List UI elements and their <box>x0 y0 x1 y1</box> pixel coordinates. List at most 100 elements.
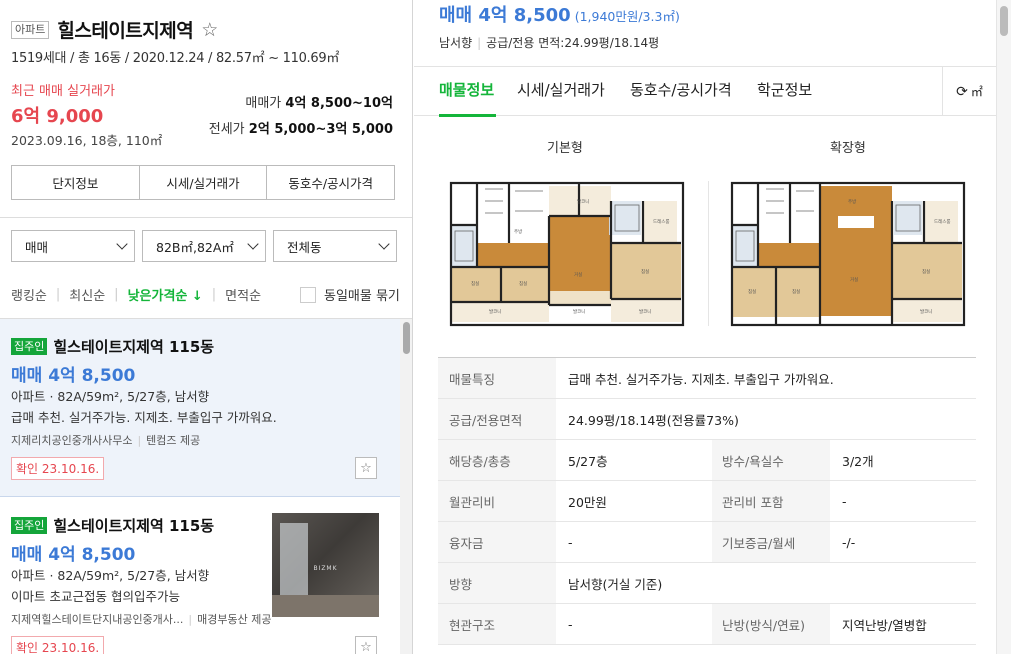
sort-area[interactable]: 면적순 <box>225 285 261 304</box>
listing-item[interactable]: 집주인 힐스테이트지제역 115동 매매 4억 8,500 아파트 · 82A/5… <box>0 319 400 497</box>
table-row: 공급/전용면적 24.99평/18.14평(전용률73%) <box>438 399 976 440</box>
plan-title-extended: 확장형 <box>830 141 866 156</box>
listing-agent: 지제역힐스테이트단지내공인중개사... | 매경부동산 제공 <box>11 613 272 626</box>
row-key: 현관구조 <box>438 604 556 644</box>
listing-header: 집주인 힐스테이트지제역 115동 <box>11 515 214 536</box>
area-select[interactable]: 82B㎡,82A㎡ <box>142 230 266 262</box>
owner-badge: 집주인 <box>11 517 48 534</box>
listing-price: 매매 4억 8,500 <box>11 366 136 386</box>
favorite-star-icon[interactable]: ☆ <box>201 19 218 41</box>
owner-badge: 집주인 <box>11 338 48 355</box>
row-value: 3/2개 <box>842 453 874 469</box>
svg-text:주방: 주방 <box>514 228 522 235</box>
scrollbar-thumb[interactable] <box>1000 6 1008 36</box>
list-scrollbar[interactable] <box>400 319 412 654</box>
svg-text:거실: 거실 <box>850 276 858 283</box>
recent-price: 6억 9,000 <box>11 106 104 127</box>
divider <box>0 217 412 218</box>
row-key: 공급/전용면적 <box>438 399 556 439</box>
svg-text:거실: 거실 <box>574 271 582 278</box>
tab-listing-info[interactable]: 매물정보 <box>439 79 494 100</box>
group-same-listings[interactable]: 동일매물 묶기 <box>300 285 400 304</box>
row-key: 융자금 <box>438 522 556 562</box>
detail-direction: 남서향 <box>439 36 473 50</box>
floor-plan-basic[interactable]: 거실 침실 침실 침실 발코니 발코니 발코니 발코니 드레스룸 주방 <box>449 181 685 329</box>
unit-toggle-button[interactable]: ⟳ ㎡ <box>942 67 996 116</box>
detail-info: 남서향 | 공급/전용 면적:24.99평/18.14평 <box>439 36 660 50</box>
tab-complex-info[interactable]: 단지정보 <box>12 166 140 199</box>
thumbnail-window <box>280 523 308 601</box>
row-value: -/- <box>842 534 856 550</box>
jeonse-range: 2억 5,000~3억 5,000 <box>248 122 393 137</box>
detail-tabs: 매물정보 시세/실거래가 동호수/공시가격 학군정보 ⟳ ㎡ <box>414 66 996 117</box>
row-value: - <box>568 534 573 550</box>
svg-text:침실: 침실 <box>748 288 756 295</box>
jeonse-price-range: 전세가 2억 5,000~3억 5,000 <box>209 118 393 137</box>
trade-type-select[interactable]: 매매 <box>11 230 135 262</box>
table-row: 월관리비 20만원 관리비 포함 - <box>438 481 976 522</box>
provider: 텐컴즈 제공 <box>146 434 201 447</box>
favorite-star-icon[interactable]: ☆ <box>355 457 377 479</box>
row-value: 남서향(거실 기준) <box>568 576 663 592</box>
chevron-down-icon <box>116 238 128 250</box>
filter-bar: 매매 82B㎡,82A㎡ 전체동 <box>11 230 397 262</box>
favorite-star-icon[interactable]: ☆ <box>355 636 377 654</box>
confirm-date: 확인 23.10.16. <box>11 457 105 480</box>
row-key: 매물특징 <box>438 358 556 398</box>
chevron-down-icon <box>247 238 259 250</box>
sort-options: 랭킹순 | 최신순 | 낮은가격순 ↓ | 면적순 <box>11 285 262 304</box>
detail-price-value: 매매 4억 8,500 <box>439 5 571 26</box>
svg-text:드레스룸: 드레스룸 <box>934 218 951 225</box>
unit-label: ㎡ <box>970 85 983 99</box>
row-key: 난방(방식/연료) <box>712 604 830 644</box>
sort-latest[interactable]: 최신순 <box>69 285 105 304</box>
recent-date: 2023.09.16, 18층, 110㎡ <box>11 133 163 148</box>
svg-text:드레스룸: 드레스룸 <box>653 218 670 225</box>
dong-select[interactable]: 전체동 <box>273 230 397 262</box>
type-tag: 아파트 <box>11 20 50 39</box>
tab-market-price[interactable]: 시세/실거래가 <box>517 79 605 100</box>
listing-desc: 아파트 · 82A/59m², 5/27층, 남서향 <box>11 568 210 583</box>
sale-price-range: 매매가 4억 8,500~10억 <box>245 92 393 111</box>
refresh-icon: ⟳ <box>956 83 968 100</box>
svg-text:발코니: 발코니 <box>577 198 589 205</box>
detail-area: 공급/전용 면적:24.99평/18.14평 <box>486 36 660 50</box>
tab-unit-price[interactable]: 동호수/공시가격 <box>630 79 732 100</box>
detail-price: 매매 4억 8,500 (1,940만원/3.3㎡) <box>439 1 680 27</box>
chevron-down-icon <box>378 238 390 250</box>
thumbnail-watermark: BIZMK <box>313 565 338 572</box>
listing-thumbnail[interactable]: BIZMK <box>272 513 379 617</box>
row-value: - <box>568 616 573 632</box>
scrollbar-thumb[interactable] <box>403 322 410 354</box>
tab-unit-price[interactable]: 동호수/공시가격 <box>267 166 394 199</box>
svg-text:발코니: 발코니 <box>489 308 501 315</box>
complex-info: 1519세대 / 총 16동 / 2020.12.24 / 82.57㎡ ~ 1… <box>11 51 340 66</box>
thumbnail-floor <box>272 595 379 617</box>
listing-agent: 지제리치공인중개사사무소 | 텐컴즈 제공 <box>11 434 201 447</box>
svg-text:발코니: 발코니 <box>920 308 932 315</box>
table-row: 현관구조 - 난방(방식/연료) 지역난방/열병합 <box>438 604 976 645</box>
plan-title-basic: 기본형 <box>547 141 583 156</box>
listing-desc: 아파트 · 82A/59m², 5/27층, 남서향 <box>11 389 210 404</box>
row-value: - <box>842 493 847 509</box>
tab-school-info[interactable]: 학군정보 <box>757 79 812 100</box>
detail-table: 매물특징 급매 추천. 실거주가능. 지제초. 부출입구 가까워요. 공급/전용면… <box>438 357 976 645</box>
listing-header: 집주인 힐스테이트지제역 115동 <box>11 336 214 357</box>
svg-text:침실: 침실 <box>519 280 527 287</box>
complex-name: 힐스테이트지제역 <box>57 20 194 42</box>
row-key: 기보증금/월세 <box>712 522 830 562</box>
sort-ranking[interactable]: 랭킹순 <box>11 285 47 304</box>
floor-plan-extended[interactable]: 거실 침실 침실 침실 주방 발코니 드레스룸 <box>730 181 966 329</box>
listing-item[interactable]: 집주인 힐스테이트지제역 115동 매매 4억 8,500 아파트 · 82A/5… <box>0 498 400 654</box>
table-row: 매물특징 급매 추천. 실거주가능. 지제초. 부출입구 가까워요. <box>438 358 976 399</box>
tab-market-price[interactable]: 시세/실거래가 <box>140 166 268 199</box>
group-checkbox[interactable] <box>300 286 316 303</box>
group-label: 동일매물 묶기 <box>324 289 400 304</box>
sort-low-price[interactable]: 낮은가격순 ↓ <box>128 285 203 304</box>
agent-name: 지제역힐스테이트단지내공인중개사... <box>11 613 184 626</box>
table-row: 융자금 - 기보증금/월세 -/- <box>438 522 976 563</box>
svg-text:발코니: 발코니 <box>573 308 585 315</box>
row-value: 5/27층 <box>568 453 608 469</box>
sale-label: 매매가 <box>245 96 282 111</box>
detail-scrollbar[interactable] <box>996 0 1011 654</box>
